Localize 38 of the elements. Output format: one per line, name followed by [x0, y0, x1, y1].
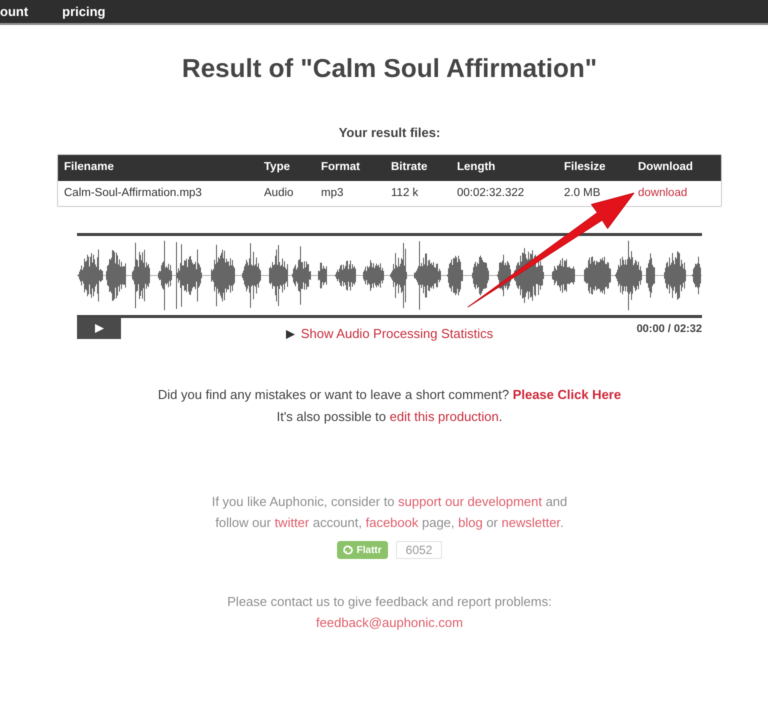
nav-link[interactable]: pricing [62, 4, 106, 20]
flattr-button[interactable]: Flattr [336, 541, 388, 559]
edit-note: It's also possible to edit this production. [276, 408, 504, 426]
column-header: Bitrate [385, 155, 451, 181]
feedback-prompt: Did you find any mistakes or want to leave a short comment? Please Click Here [156, 386, 622, 404]
loop-icon [342, 545, 353, 555]
play-button[interactable] [77, 318, 121, 339]
text-link[interactable]: facebook [366, 515, 418, 530]
text-link[interactable]: newsletter [502, 515, 560, 530]
email-link[interactable]: feedback@auphonic.com [316, 615, 463, 630]
text-link[interactable]: support our development [398, 494, 542, 509]
time-display: 00:00 / 02:32 [636, 323, 702, 336]
play-icon [94, 324, 104, 333]
column-header: Type [258, 155, 315, 181]
show-stats-link[interactable]: Show Audio Processing Statistics [286, 326, 494, 342]
table-cell-text: 00:02:32.322 [456, 186, 526, 201]
contact-text: Please contact us to give feedback and report problems: feedback@auphonic.com [226, 593, 553, 632]
text-link[interactable]: blog [458, 515, 483, 530]
text-link[interactable]: twitter [274, 515, 310, 530]
download-link[interactable]: download [638, 186, 688, 199]
table-cell-text: Audio [263, 186, 294, 201]
triangle-right-icon [286, 330, 295, 338]
nav-link[interactable]: ount [0, 4, 28, 20]
flattr-count: 6052 [396, 541, 442, 559]
table-cell-text: Calm-Soul-Affirmation.mp3 [63, 186, 203, 201]
column-header: Filename [58, 155, 258, 181]
column-header: Format [315, 155, 385, 181]
column-header: Filesize [558, 155, 632, 181]
text-link[interactable]: edit this production [390, 409, 499, 424]
table-cell-text: mp3 [320, 186, 344, 201]
text-link[interactable]: Please Click Here [512, 387, 622, 402]
table-cell-text: 112 k [390, 186, 420, 201]
column-header: Length [451, 155, 558, 181]
support-text: If you like Auphonic, consider to support our development and follow our twitter account, facebook page, blog or newsletter. [210, 493, 568, 532]
page-title: Result of "Calm Soul Affirmation" [180, 52, 598, 84]
section-heading: Your result files: [338, 124, 442, 142]
table-cell-text: 2.0 MB [563, 186, 602, 201]
column-header: Download [632, 155, 721, 181]
